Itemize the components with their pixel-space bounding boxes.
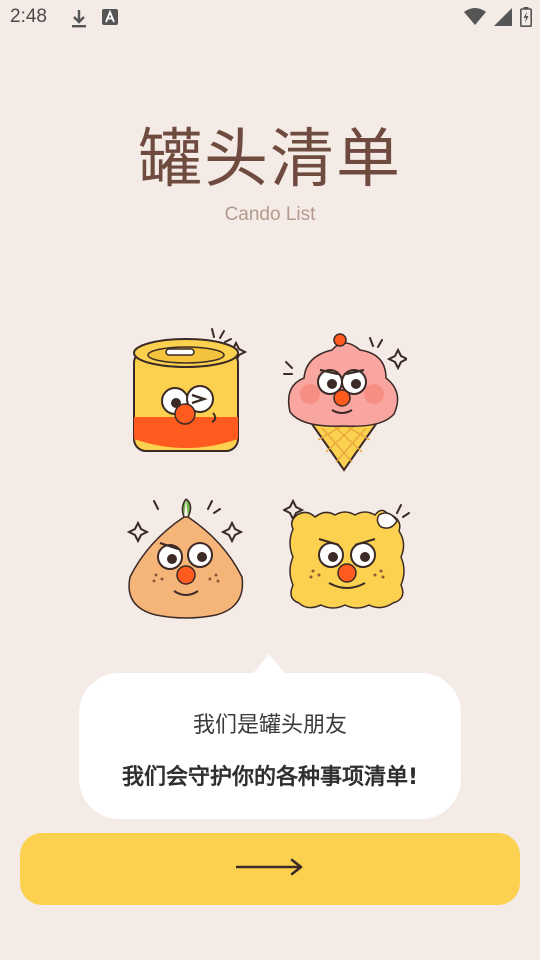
cracker-mascot	[281, 498, 413, 616]
bubble-intro-text: 我们是罐头朋友	[192, 713, 347, 738]
onion-mascot	[124, 495, 249, 620]
bubble-promise-text: 我们会守护你的各种事项清单!	[121, 765, 419, 790]
a-badge-icon	[102, 9, 118, 33]
wifi-icon	[464, 8, 486, 30]
can-mascot	[128, 325, 258, 460]
cell-signal-icon	[494, 8, 512, 30]
speech-bubble: 我们是罐头朋友 我们会守护你的各种事项清单!	[79, 673, 461, 819]
download-icon	[70, 9, 88, 33]
ice-cream-mascot	[282, 328, 410, 473]
arrow-right-icon	[235, 857, 304, 881]
app-title: 罐头清单	[138, 123, 402, 197]
status-bar: 2:48	[0, 0, 540, 36]
status-time: 2:48	[10, 6, 47, 27]
app-subtitle: Cando List	[224, 204, 316, 225]
battery-charging-icon	[520, 7, 532, 31]
next-button[interactable]	[20, 833, 520, 905]
